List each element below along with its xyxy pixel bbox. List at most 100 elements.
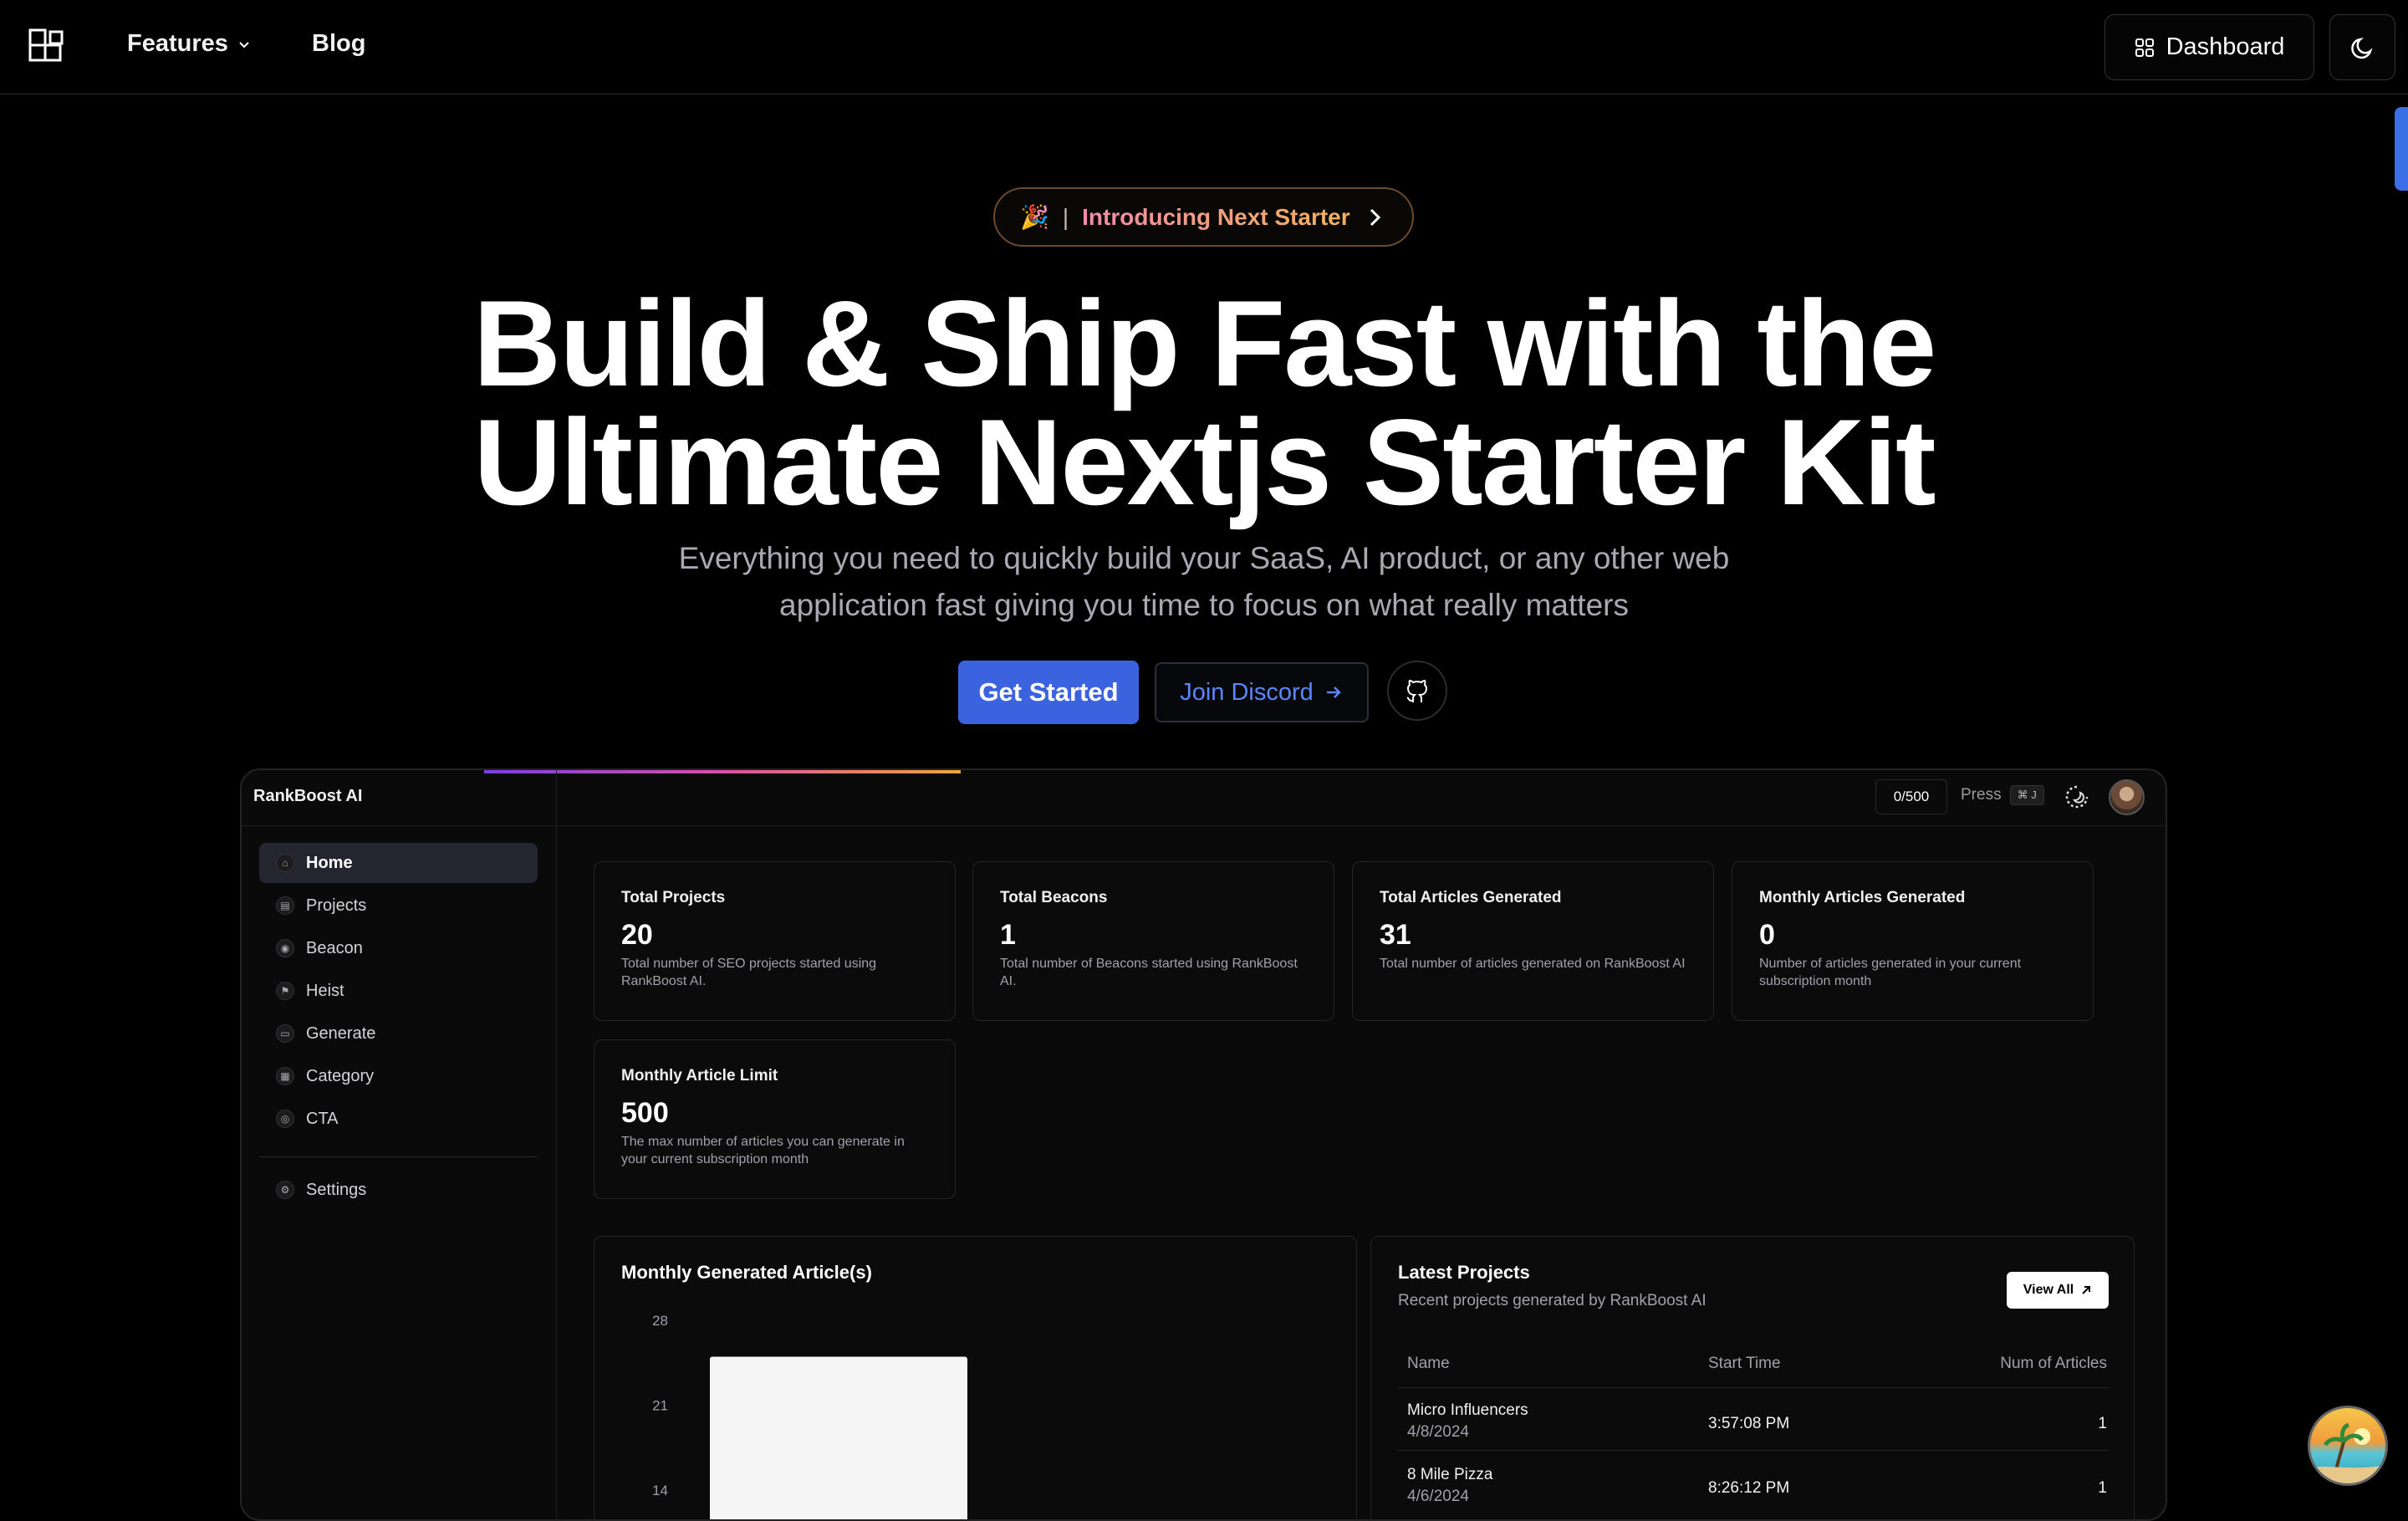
sidebar-item-label: Category [306, 1067, 374, 1086]
moon-icon [2349, 33, 2377, 62]
y-tick-label: 21 [652, 1398, 668, 1414]
shortcut-key: ⌘ J [2010, 785, 2044, 805]
stat-card-total-beacons: Total Beacons 1 Total number of Beacons … [972, 861, 1334, 1021]
stat-desc: Total number of SEO projects started usi… [621, 955, 928, 990]
sidebar-separator [259, 1156, 538, 1157]
view-all-label: View All [2023, 1283, 2074, 1298]
grid-icon [2135, 38, 2155, 58]
stat-card-monthly-limit: Monthly Article Limit 500 The max number… [594, 1039, 956, 1199]
theme-toggle-button[interactable] [2329, 14, 2395, 80]
github-button[interactable] [1387, 661, 1447, 721]
stat-card-total-articles: Total Articles Generated 31 Total number… [1352, 861, 1714, 1021]
bar-chart: 28 21 14 [594, 1237, 1358, 1521]
sidebar-item-label: Generate [306, 1024, 375, 1044]
stat-card-total-projects: Total Projects 20 Total number of SEO pr… [594, 861, 956, 1021]
gear-icon: ⚙ [276, 1181, 294, 1199]
hero-subtitle-line1: Everything you need to quickly build you… [619, 535, 1789, 582]
sidebar-item-label: Projects [306, 896, 366, 916]
project-name: Micro Influencers [1407, 1401, 1528, 1419]
nav-features-label: Features [127, 30, 228, 58]
stat-value: 1 [1000, 919, 1307, 952]
logo-icon[interactable] [28, 28, 64, 64]
sidebar-item-label: Settings [306, 1181, 366, 1200]
monthly-chart-panel: Monthly Generated Article(s) 282114 [594, 1236, 1357, 1521]
stat-title: Monthly Articles Generated [1759, 889, 2066, 907]
dashboard-button[interactable]: Dashboard [2104, 14, 2314, 80]
sidebar-item-generate[interactable]: ▭ Generate [259, 1013, 538, 1054]
stat-value: 20 [621, 919, 928, 952]
beach-icon [2310, 1408, 2388, 1486]
sidebar-item-label: Heist [306, 982, 344, 1001]
arrow-right-icon [1324, 682, 1344, 702]
dashboard-preview: RankBoost AI 0/500 Press ⌘ J ⌂ Home ▤ Pr… [240, 768, 2167, 1521]
arrow-up-right-icon [2080, 1284, 2092, 1296]
table-row-name[interactable]: 8 Mile Pizza 4/6/2024 [1407, 1466, 1492, 1506]
y-tick-label: 28 [652, 1313, 668, 1329]
join-discord-label: Join Discord [1180, 679, 1314, 707]
project-name: 8 Mile Pizza [1407, 1466, 1492, 1483]
stat-title: Total Projects [621, 889, 928, 907]
chevron-right-icon [1364, 207, 1385, 228]
chat-widget-button[interactable] [2308, 1406, 2388, 1486]
stat-title: Total Beacons [1000, 889, 1307, 907]
sidebar-item-label: Home [306, 854, 353, 873]
nav-features[interactable]: Features [127, 30, 252, 58]
sidebar-item-home[interactable]: ⌂ Home [259, 843, 538, 883]
stat-desc: Total number of Beacons started using Ra… [1000, 955, 1307, 990]
project-time: 8:26:12 PM [1708, 1479, 1789, 1498]
stat-title: Monthly Article Limit [621, 1067, 928, 1085]
project-time: 3:57:08 PM [1708, 1415, 1789, 1433]
view-all-button[interactable]: View All [2007, 1272, 2109, 1309]
col-header-name: Name [1407, 1355, 1450, 1373]
app-brand: RankBoost AI [253, 787, 362, 806]
theme-toggle-icon[interactable] [2064, 784, 2089, 809]
stat-value: 31 [1380, 919, 1686, 952]
sidebar-item-category[interactable]: ▦ Category [259, 1056, 538, 1096]
sidebar-item-projects[interactable]: ▤ Projects [259, 886, 538, 926]
press-label: Press [1961, 786, 2002, 804]
stat-value: 500 [621, 1097, 928, 1130]
join-discord-button[interactable]: Join Discord [1155, 662, 1369, 722]
hero-subtitle-line2: application fast giving you time to focu… [619, 582, 1789, 629]
col-header-num-articles: Num of Articles [2000, 1355, 2107, 1373]
get-started-button[interactable]: Get Started [958, 661, 1139, 724]
project-date: 4/8/2024 [1407, 1423, 1528, 1442]
user-avatar[interactable] [2109, 779, 2145, 815]
command-hint[interactable]: Press ⌘ J [1961, 785, 2044, 805]
nav-blog[interactable]: Blog [312, 30, 365, 58]
hero-title-line1: Build & Ship Fast with the [0, 284, 2408, 403]
project-count: 1 [2098, 1479, 2107, 1498]
feedback-tab[interactable] [2395, 107, 2408, 191]
sidebar-item-label: Beacon [306, 939, 363, 958]
app-header: RankBoost AI 0/500 Press ⌘ J [242, 770, 2167, 826]
latest-projects-panel: Latest Projects Recent projects generate… [1370, 1236, 2135, 1521]
badge-text: Introducing Next Starter [1082, 204, 1349, 231]
file-icon: ▤ [276, 896, 294, 915]
heist-icon: ⚑ [276, 982, 294, 1000]
y-tick-label: 14 [652, 1483, 668, 1498]
stat-title: Total Articles Generated [1380, 889, 1686, 907]
chart-bar[interactable] [710, 1357, 967, 1521]
hero-title-line2: Ultimate Nextjs Starter Kit [0, 403, 2408, 522]
table-divider [1398, 1387, 2109, 1388]
sidebar-item-beacon[interactable]: ◉ Beacon [259, 928, 538, 968]
top-navbar: Features Blog Dashboard [0, 0, 2408, 94]
sidebar-divider [556, 770, 557, 1521]
col-header-start-time: Start Time [1708, 1355, 1781, 1373]
table-row-name[interactable]: Micro Influencers 4/8/2024 [1407, 1401, 1528, 1442]
announcement-badge[interactable]: 🎉 | Introducing Next Starter [993, 187, 1414, 247]
beacon-icon: ◉ [276, 939, 294, 957]
sidebar-item-heist[interactable]: ⚑ Heist [259, 971, 538, 1011]
sidebar-item-settings[interactable]: ⚙ Settings [259, 1170, 538, 1210]
hero-title: Build & Ship Fast with the Ultimate Next… [0, 284, 2408, 522]
hero-subtitle: Everything you need to quickly build you… [619, 535, 1789, 629]
stat-card-monthly-articles: Monthly Articles Generated 0 Number of a… [1732, 861, 2094, 1021]
sidebar-item-cta[interactable]: ◎ CTA [259, 1099, 538, 1139]
stat-desc: Number of articles generated in your cur… [1759, 955, 2066, 990]
home-icon: ⌂ [276, 854, 294, 872]
stat-desc: The max number of articles you can gener… [621, 1133, 928, 1168]
table-divider [1398, 1450, 2109, 1451]
party-icon: 🎉 [1020, 203, 1049, 231]
target-icon: ◎ [276, 1110, 294, 1128]
dashboard-label: Dashboard [2166, 33, 2285, 61]
